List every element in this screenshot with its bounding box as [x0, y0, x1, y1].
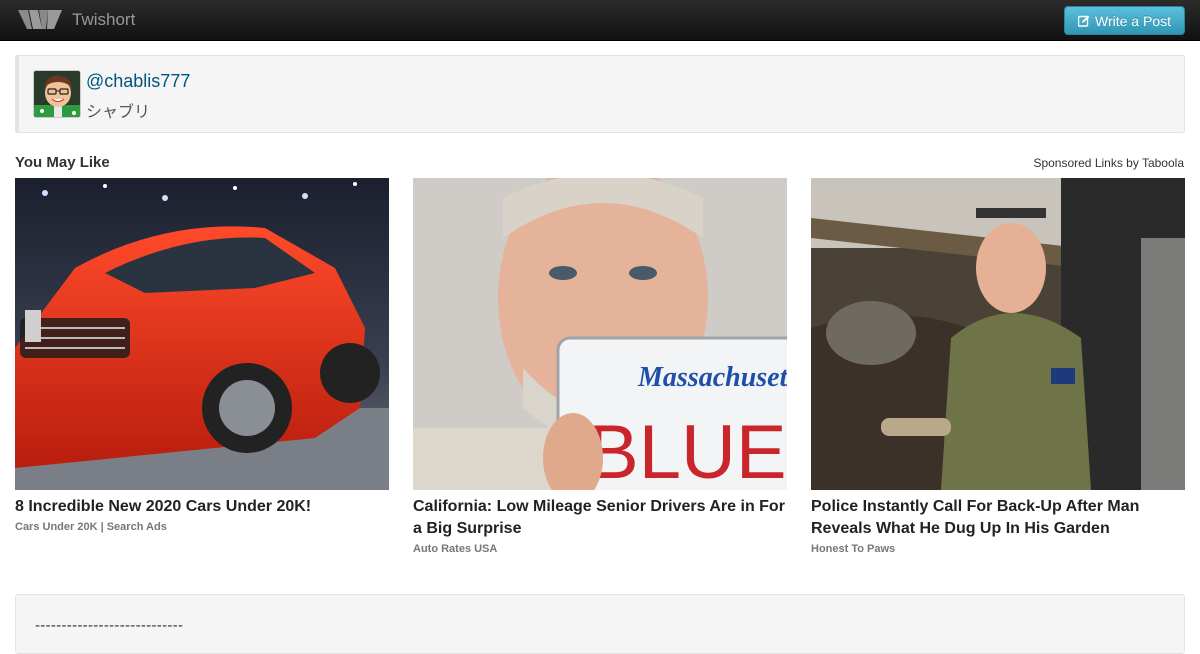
avatar-image — [34, 71, 80, 117]
plate-state-text: Massachusetts — [637, 362, 787, 393]
recommendation-card[interactable]: Police Instantly Call For Back-Up After … — [811, 178, 1185, 555]
sponsored-links-label[interactable]: Sponsored Links by Taboola — [1033, 156, 1184, 170]
senior-driver-thumbnail[interactable]: Massachusetts BLUE — [413, 178, 787, 490]
recommendation-source[interactable]: Cars Under 20K | Search Ads — [15, 521, 389, 533]
you-may-like-heading: You May Like — [15, 154, 110, 171]
garden-thumbnail[interactable] — [811, 178, 1185, 490]
recommendation-title[interactable]: Police Instantly Call For Back-Up After … — [811, 496, 1185, 540]
top-navbar: Twishort Write a Post — [0, 0, 1200, 41]
edit-icon — [1078, 15, 1090, 27]
profile-display-name: シャブリ — [86, 104, 151, 121]
car-thumbnail[interactable] — [15, 178, 389, 490]
write-post-button[interactable]: Write a Post — [1064, 6, 1185, 35]
brand-link[interactable]: Twishort — [18, 0, 135, 40]
profile-handle-link[interactable]: @chablis777 — [86, 71, 190, 92]
recommendation-card[interactable]: 8 Incredible New 2020 Cars Under 20K! Ca… — [15, 178, 389, 533]
recommendation-title[interactable]: 8 Incredible New 2020 Cars Under 20K! — [15, 496, 389, 518]
brand-name: Twishort — [72, 10, 136, 29]
plate-letters-text: BLUE — [588, 410, 787, 490]
recommendation-source[interactable]: Honest To Paws — [811, 543, 1185, 555]
post-content-well: ---------------------------- — [15, 594, 1185, 654]
twishort-logo-icon — [18, 10, 62, 29]
recommendation-card[interactable]: Massachusetts BLUE California: Low Milea… — [413, 178, 787, 555]
recommendation-source[interactable]: Auto Rates USA — [413, 543, 787, 555]
post-separator-text: ---------------------------- — [35, 617, 184, 634]
recommendation-title[interactable]: California: Low Mileage Senior Drivers A… — [413, 496, 787, 540]
profile-card: @chablis777 シャブリ — [15, 55, 1185, 133]
write-post-label: Write a Post — [1095, 12, 1171, 29]
avatar[interactable] — [33, 70, 81, 118]
